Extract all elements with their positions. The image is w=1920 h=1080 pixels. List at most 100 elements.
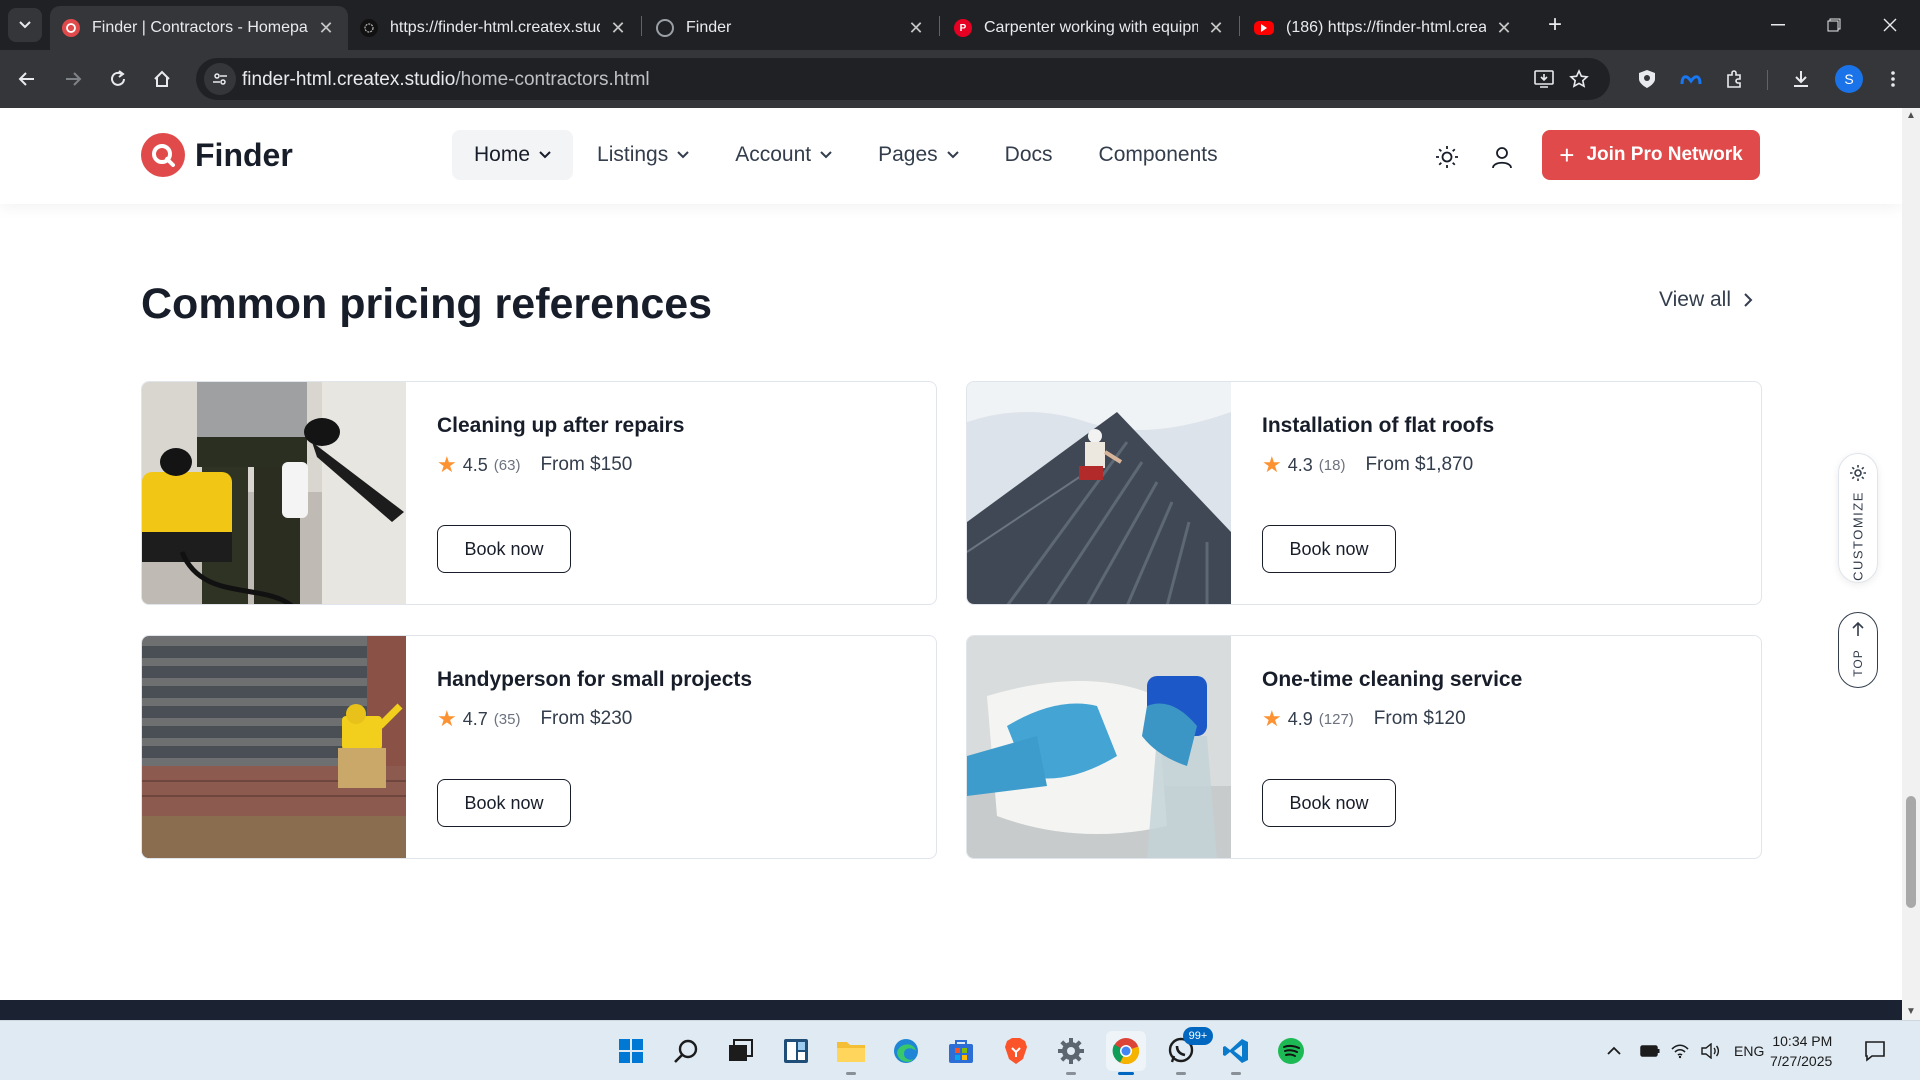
book-now-button[interactable]: Book now [437,779,571,827]
taskbar-search[interactable] [666,1031,706,1071]
customize-button[interactable]: CUSTOMIZE [1838,453,1878,583]
chrome-icon [1112,1038,1140,1065]
address-bar[interactable]: finder-html.createx.studio/home-contract… [196,58,1610,100]
spotify-icon [1278,1038,1304,1064]
finder-logo-icon [141,133,185,177]
url-path: /home-contractors.html [455,69,650,90]
taskbar-chrome[interactable] [1106,1031,1146,1075]
tab-pinterest[interactable]: P Carpenter working with equipm ✕ [942,6,1238,50]
nav-account[interactable]: Account [713,130,854,180]
close-tab-icon[interactable]: ✕ [608,18,628,39]
taskbar-store[interactable] [941,1031,981,1071]
tab-finder[interactable]: Finder ✕ [644,6,938,50]
notification-center-button[interactable] [1864,1021,1886,1080]
page-scrollbar[interactable]: ▲ ▼ [1902,108,1920,1020]
close-tab-icon[interactable]: ✕ [316,18,336,39]
start-button[interactable] [611,1031,651,1071]
star-icon: ★ [437,452,457,477]
tab-title: https://finder-html.createx.stud [390,19,600,36]
service-card[interactable]: Installation of flat roofs ★ 4.3 (18) Fr… [966,381,1762,605]
nav-docs[interactable]: Docs [983,130,1075,180]
new-tab-button[interactable]: + [1540,10,1570,40]
nav-components[interactable]: Components [1077,130,1240,180]
url-text: finder-html.createx.studio/home-contract… [242,69,650,91]
join-pro-network-button[interactable]: + Join Pro Network [1542,130,1760,180]
nav-pages[interactable]: Pages [856,130,981,180]
view-all-link[interactable]: View all [1659,288,1753,312]
restore-button[interactable] [1806,0,1862,50]
scroll-down-arrow-icon[interactable]: ▼ [1905,1006,1917,1018]
service-card[interactable]: Handyperson for small projects ★ 4.7 (35… [141,635,937,859]
install-app-button[interactable] [1529,64,1559,94]
taskbar-settings[interactable] [1051,1031,1091,1075]
tab-createx[interactable]: https://finder-html.createx.stud ✕ [348,6,640,50]
taskbar-spotify[interactable] [1271,1031,1311,1071]
meta-icon [1680,75,1702,85]
show-hidden-icons[interactable] [1606,1021,1622,1080]
taskbar-vscode[interactable] [1216,1031,1256,1075]
reload-button[interactable] [103,64,133,94]
nav-label: Components [1098,143,1218,166]
tab-finder-contractors[interactable]: Finder | Contractors - Homepag ✕ [50,6,348,50]
minimize-button[interactable] [1750,0,1806,50]
scroll-up-arrow-icon[interactable]: ▲ [1905,110,1917,122]
tab-youtube[interactable]: (186) https://finder-html.create ✕ [1242,6,1526,50]
chevron-down-icon [19,21,31,29]
browser-menu-button[interactable] [1878,64,1908,94]
arrow-up-icon [1852,621,1864,636]
brave-icon [1005,1038,1027,1064]
book-now-button[interactable]: Book now [437,525,571,573]
extensions-button[interactable] [1720,64,1750,94]
close-tab-icon[interactable]: ✕ [906,18,926,39]
download-icon [1794,71,1808,87]
scrollbar-thumb[interactable] [1906,796,1916,908]
account-button[interactable] [1489,144,1515,170]
site-logo[interactable]: Finder [141,133,293,177]
tab-title: Finder [686,19,732,36]
profile-avatar[interactable]: S [1835,65,1863,93]
back-button[interactable] [12,64,42,94]
nav-listings[interactable]: Listings [575,130,711,180]
tab-search-button[interactable] [8,8,42,42]
network-status[interactable] [1670,1021,1690,1080]
widgets-button[interactable] [776,1031,816,1071]
close-tab-icon[interactable]: ✕ [1206,18,1226,39]
home-button[interactable] [147,64,177,94]
site-info-button[interactable] [204,63,236,95]
downloads-button[interactable] [1786,64,1816,94]
task-view-button[interactable] [721,1031,761,1071]
close-tab-icon[interactable]: ✕ [1494,18,1514,39]
join-label: Join Pro Network [1586,144,1743,165]
minimize-icon [1771,24,1785,26]
taskbar-brave[interactable] [996,1031,1036,1071]
close-window-button[interactable] [1862,0,1918,50]
ublock-extension[interactable] [1632,64,1662,94]
pinterest-icon: P [954,19,972,37]
meta-extension[interactable] [1676,64,1706,94]
arrow-right-icon [66,72,82,86]
bookmark-button[interactable] [1564,64,1594,94]
card-review-count: (63) [493,456,521,474]
battery-status[interactable] [1640,1021,1660,1080]
taskbar-edge[interactable] [886,1031,926,1071]
card-meta: ★ 4.7 (35) From $230 [437,706,632,732]
taskbar-file-explorer[interactable] [831,1031,871,1075]
forward-button[interactable] [58,64,88,94]
service-card[interactable]: Cleaning up after repairs ★ 4.5 (63) Fro… [141,381,937,605]
running-indicator [1066,1072,1076,1075]
theme-toggle-button[interactable] [1434,144,1460,170]
volume-control[interactable] [1700,1021,1720,1080]
back-to-top-button[interactable]: TOP [1838,612,1878,688]
book-now-button[interactable]: Book now [1262,779,1396,827]
service-card[interactable]: One-time cleaning service ★ 4.9 (127) Fr… [966,635,1762,859]
taskbar-clock[interactable]: 10:34 PM 7/27/2025 [1770,1031,1832,1071]
customize-label: CUSTOMIZE [1850,491,1866,581]
book-now-button[interactable]: Book now [1262,525,1396,573]
nav-home[interactable]: Home [452,130,574,180]
clock-time: 10:34 PM [1772,1033,1833,1049]
language-indicator[interactable]: ENG [1734,1021,1764,1080]
tab-separator [1239,16,1240,36]
card-review-count: (127) [1318,710,1354,728]
taskbar-whatsapp[interactable]: 99+ [1161,1027,1213,1075]
battery-icon [1640,1045,1660,1057]
